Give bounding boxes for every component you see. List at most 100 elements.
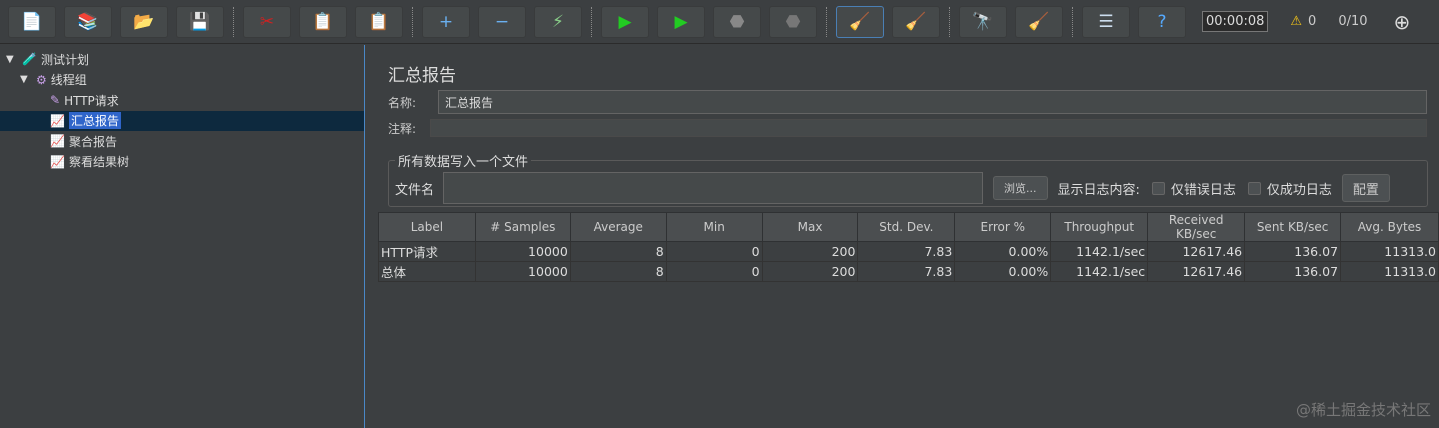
test-plan-tree: ▼ 🧪 测试计划 ▼ ⚙ 线程组 ✎ HTTP请求 📈 汇总报告 📈 聚合报告 📈 察看结果树 <box>0 45 365 428</box>
start-button[interactable]: ▶ <box>601 5 649 38</box>
node-label: 聚合报告 <box>68 134 117 149</box>
help-button[interactable]: ? <box>1138 5 1186 38</box>
clear-all-icon: 🧹 <box>905 11 927 32</box>
toolbar: 📄 📚 📂 💾 ✂ 📋 📋 + − ⚡ ▶ ▶ ⬣ ⬣ 🧹 🧹 🔭 🧹 ☰? 00:00:08 ⚠ 0 0/10 ⊕ <box>0 0 1439 44</box>
reset-search-button[interactable]: 🧹 <box>1015 5 1063 38</box>
node-label: 线程组 <box>50 73 87 88</box>
cut-icon: ✂ <box>259 11 275 32</box>
column-header[interactable]: Max <box>761 212 859 242</box>
column-header[interactable]: Error % <box>954 212 1052 242</box>
search-icon: 🔭 <box>972 11 994 32</box>
table-cell: 10000 <box>474 241 571 262</box>
function-helper-button[interactable]: ☰ <box>1082 5 1130 38</box>
start-no-timers-button[interactable]: ▶ <box>657 5 705 38</box>
copy-icon: 📋 <box>312 11 334 32</box>
function-helper-icon: ☰ <box>1098 11 1114 32</box>
file-group-title: 所有数据写入一个文件 <box>398 155 529 170</box>
table-cell: 136.07 <box>1244 261 1342 282</box>
table-header: Label # Samples Average Min Max Std. Dev. Erro… <box>378 212 1439 242</box>
table-cell: 7.83 <box>857 241 956 262</box>
toolbar-separator <box>1072 6 1073 37</box>
comment-input[interactable] <box>430 119 1427 137</box>
toolbar-separator <box>826 6 827 37</box>
errors-only-checkbox[interactable] <box>1151 181 1165 195</box>
table-row[interactable]: 总体 10000 8 0 200 7.83 0.00% 1142.1/sec 12617.46 1… <box>378 261 1439 282</box>
table-cell: 200 <box>761 241 859 262</box>
expand-arrow-icon[interactable]: ▼ <box>20 74 32 85</box>
paste-button[interactable]: 📋 <box>355 5 403 38</box>
success-only-checkbox[interactable] <box>1247 181 1261 195</box>
node-icon: ✎ <box>50 93 61 108</box>
table-cell: HTTP请求 <box>378 241 476 262</box>
start-icon: ▶ <box>618 11 632 32</box>
tree-node[interactable]: 📈 察看结果树 <box>0 152 364 173</box>
tree-node[interactable]: ✎ HTTP请求 <box>0 90 364 111</box>
table-cell: 10000 <box>474 261 571 282</box>
column-header[interactable]: Label <box>378 212 476 242</box>
copy-button[interactable]: 📋 <box>299 5 347 38</box>
new-button[interactable]: 📄 <box>8 5 56 38</box>
filename-label: 文件名 <box>395 182 435 198</box>
browse-button[interactable]: 浏览... <box>993 176 1048 200</box>
tree-node[interactable]: ▼ ⚙ 线程组 <box>0 70 364 91</box>
column-header[interactable]: Average <box>569 212 667 242</box>
node-label: HTTP请求 <box>64 93 119 108</box>
table-cell: 1142.1/sec <box>1050 261 1149 282</box>
log-content-label: 显示日志内容: <box>1057 182 1140 198</box>
remote-icon[interactable]: ⊕ <box>1394 10 1411 34</box>
success-only-label: 仅成功日志 <box>1266 182 1332 198</box>
clear-all-button[interactable]: 🧹 <box>892 5 940 38</box>
table-cell: 1142.1/sec <box>1050 241 1149 262</box>
tree-node[interactable]: 📈 聚合报告 <box>0 131 364 152</box>
file-group: 所有数据写入一个文件 文件名 浏览... 显示日志内容: 仅错误日志 仅成功日志… <box>388 151 1428 207</box>
node-icon: 🧪 <box>22 52 37 67</box>
column-header[interactable]: Std. Dev. <box>857 212 956 242</box>
start-no-timers-icon: ▶ <box>674 11 688 32</box>
toggle-button[interactable]: ⚡ <box>534 5 582 38</box>
cut-button[interactable]: ✂ <box>243 5 291 38</box>
column-header[interactable]: Avg. Bytes <box>1340 212 1439 242</box>
errors-only-label: 仅错误日志 <box>1170 182 1236 198</box>
active-threads: 0/10 <box>1338 14 1368 29</box>
shutdown-button[interactable]: ⬣ <box>769 5 817 38</box>
column-header[interactable]: Sent KB/sec <box>1244 212 1342 242</box>
paste-icon: 📋 <box>368 11 390 32</box>
column-header[interactable]: Received KB/sec <box>1147 212 1246 242</box>
node-icon: 📈 <box>50 134 65 149</box>
collapse-button[interactable]: − <box>478 5 526 38</box>
templates-button[interactable]: 📚 <box>64 5 112 38</box>
table-cell: 0 <box>665 241 763 262</box>
name-input[interactable]: 汇总报告 <box>438 90 1427 114</box>
templates-icon: 📚 <box>77 11 99 32</box>
column-header[interactable]: Min <box>665 212 763 242</box>
table-cell: 7.83 <box>857 261 956 282</box>
warning-count: 0 <box>1308 14 1317 29</box>
open-button[interactable]: 📂 <box>120 5 168 38</box>
table-cell: 200 <box>761 261 859 282</box>
column-header[interactable]: Throughput <box>1050 212 1149 242</box>
expand-icon: + <box>438 11 454 32</box>
stop-button[interactable]: ⬣ <box>713 5 761 38</box>
save-icon: 💾 <box>189 11 211 32</box>
toolbar-separator <box>949 6 950 37</box>
configure-button[interactable]: 配置 <box>1341 174 1390 202</box>
results-table: Label # Samples Average Min Max Std. Dev. Erro… <box>378 212 1439 282</box>
expand-arrow-icon[interactable]: ▼ <box>6 54 18 65</box>
table-cell: 11313.0 <box>1340 241 1439 262</box>
toolbar-separator <box>233 6 234 37</box>
table-cell: 0.00% <box>954 241 1052 262</box>
help-icon: ? <box>1157 11 1167 32</box>
search-button[interactable]: 🔭 <box>959 5 1007 38</box>
warning-icon[interactable]: ⚠ <box>1290 14 1302 29</box>
summary-report-panel: 汇总报告 名称: 汇总报告 注释: 所有数据写入一个文件 文件名 浏览... 显… <box>376 45 1439 428</box>
tree-node[interactable]: 📈 汇总报告 <box>0 110 364 131</box>
clear-button[interactable]: 🧹 <box>836 5 884 38</box>
table-cell: 0.00% <box>954 261 1052 282</box>
column-header[interactable]: # Samples <box>474 212 571 242</box>
save-button[interactable]: 💾 <box>176 5 224 38</box>
tree-node[interactable]: ▼ 🧪 测试计划 <box>0 49 364 70</box>
table-row[interactable]: HTTP请求 10000 8 0 200 7.83 0.00% 1142.1/sec 12617… <box>378 241 1439 262</box>
comment-label: 注释: <box>388 121 417 136</box>
filename-input[interactable] <box>443 172 983 204</box>
expand-button[interactable]: + <box>422 5 470 38</box>
